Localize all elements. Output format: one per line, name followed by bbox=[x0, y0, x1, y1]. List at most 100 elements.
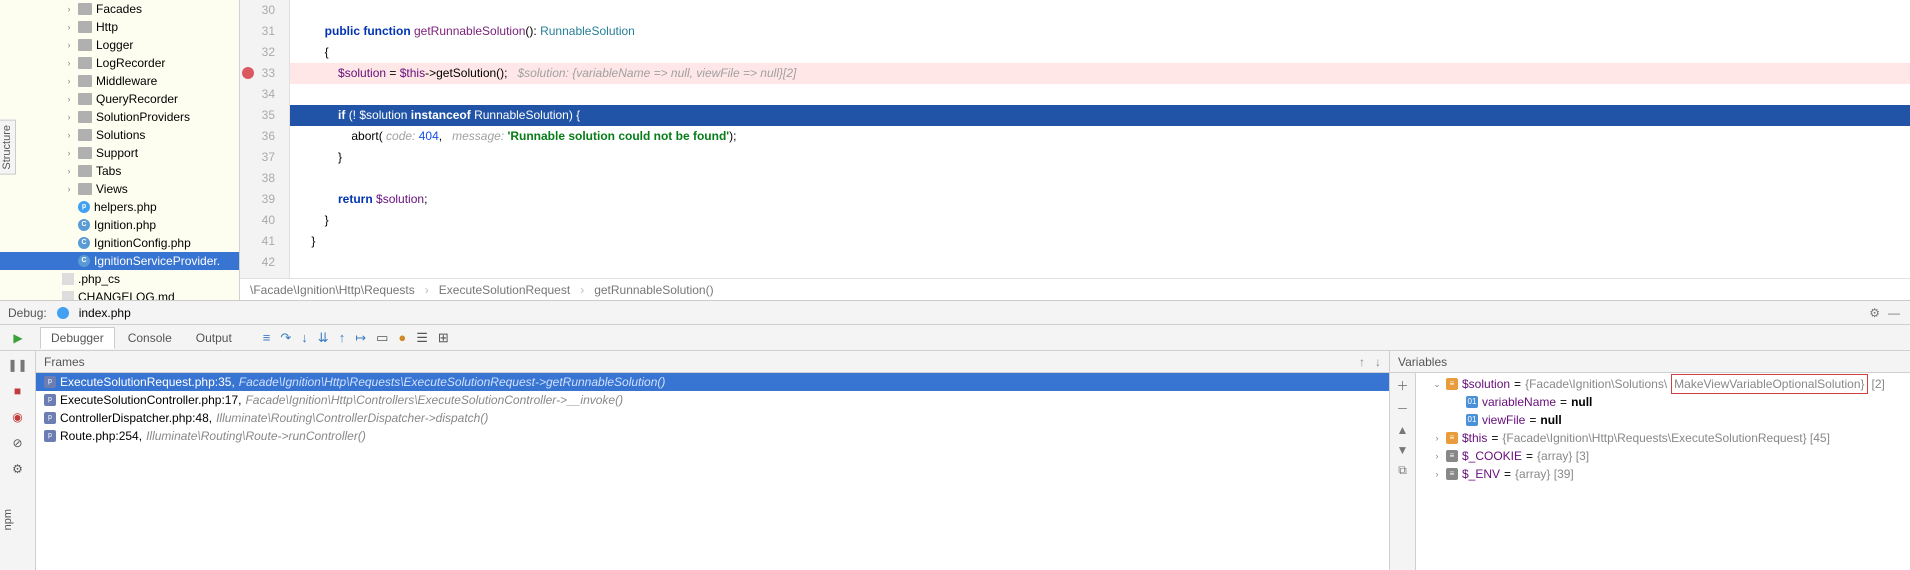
class-icon: C bbox=[78, 219, 90, 231]
step-over-icon[interactable]: ↷ bbox=[280, 330, 291, 346]
show-exec-point-icon[interactable]: ≡ bbox=[263, 330, 271, 345]
code-line[interactable]: { bbox=[290, 42, 1910, 63]
tree-item[interactable]: CIgnitionServiceProvider. bbox=[0, 252, 239, 270]
class-icon: C bbox=[78, 237, 90, 249]
php-badge-icon: p bbox=[44, 394, 56, 406]
tree-item-label: CHANGELOG.md bbox=[78, 290, 175, 300]
tree-item-label: Middleware bbox=[96, 74, 157, 88]
rerun-button[interactable]: ▶ bbox=[8, 328, 28, 348]
tree-item[interactable]: .php_cs bbox=[0, 270, 239, 288]
variable-row[interactable]: ›≡$_ENV = {array} [39] bbox=[1420, 465, 1906, 483]
code-line[interactable]: } bbox=[290, 231, 1910, 252]
mute-bp-icon[interactable]: ● bbox=[398, 330, 406, 345]
remove-watch-icon[interactable]: － bbox=[1396, 400, 1408, 417]
folder-icon bbox=[78, 39, 92, 51]
tree-item[interactable]: ›Middleware bbox=[0, 72, 239, 90]
tree-item[interactable]: ›Tabs bbox=[0, 162, 239, 180]
project-tree: ›Facades›Http›Logger›LogRecorder›Middlew… bbox=[0, 0, 240, 300]
tree-item[interactable]: ›SolutionProviders bbox=[0, 108, 239, 126]
settings-button[interactable]: ⚙ bbox=[8, 459, 28, 479]
step-out-icon[interactable]: ↑ bbox=[339, 330, 346, 345]
variable-row[interactable]: ›≡$this = {Facade\Ignition\Http\Requests… bbox=[1420, 429, 1906, 447]
code-line[interactable]: } bbox=[290, 210, 1910, 231]
view-bp-button[interactable]: ◉ bbox=[8, 407, 28, 427]
minimize-icon[interactable]: — bbox=[1888, 306, 1900, 320]
npm-tool-tab[interactable]: npm bbox=[2, 509, 14, 530]
code-line[interactable] bbox=[290, 168, 1910, 189]
folder-icon bbox=[78, 75, 92, 87]
stop-button[interactable]: ■ bbox=[8, 381, 28, 401]
frame-row[interactable]: pExecuteSolutionController.php:17, Facad… bbox=[36, 391, 1389, 409]
tree-item[interactable]: ›Logger bbox=[0, 36, 239, 54]
tree-item[interactable]: CIgnition.php bbox=[0, 216, 239, 234]
tree-item[interactable]: ›Solutions bbox=[0, 126, 239, 144]
variable-row[interactable]: ⌄≡$solution = {Facade\Ignition\Solutions… bbox=[1420, 375, 1906, 393]
breadcrumb[interactable]: \Facade\Ignition\Http\Requests› ExecuteS… bbox=[240, 278, 1910, 300]
folder-icon bbox=[78, 165, 92, 177]
run-to-cursor-icon[interactable]: ↦ bbox=[355, 330, 366, 346]
var-badge-icon: ≡ bbox=[1446, 468, 1458, 480]
folder-icon bbox=[78, 93, 92, 105]
tree-item[interactable]: ›Views bbox=[0, 180, 239, 198]
tree-item-label: .php_cs bbox=[78, 272, 120, 286]
settings-icon[interactable]: ⊞ bbox=[438, 330, 449, 346]
step-into-icon[interactable]: ↓ bbox=[301, 330, 308, 345]
folder-icon bbox=[78, 21, 92, 33]
code-line[interactable] bbox=[290, 252, 1910, 273]
debug-tabs: Debugger Console Output bbox=[36, 327, 243, 349]
run-config-name[interactable]: index.php bbox=[79, 306, 131, 320]
code-line[interactable]: $solution = $this->getSolution(); $solut… bbox=[290, 63, 1910, 84]
gear-icon[interactable]: ⚙ bbox=[1869, 306, 1880, 320]
variable-row[interactable]: ›≡$_COOKIE = {array} [3] bbox=[1420, 447, 1906, 465]
frame-nav-icons[interactable]: ↑ ↓ bbox=[1359, 351, 1381, 373]
tree-item[interactable]: C IgnitionConfig.php bbox=[0, 234, 239, 252]
debug-side-toolbar: ❚❚ ■ ◉ ⊘ ⚙ bbox=[0, 351, 36, 570]
tab-debugger[interactable]: Debugger bbox=[40, 327, 115, 349]
frame-row[interactable]: pControllerDispatcher.php:48, Illuminate… bbox=[36, 409, 1389, 427]
up-icon[interactable]: ▲ bbox=[1397, 423, 1409, 437]
tree-item[interactable]: ›Support bbox=[0, 144, 239, 162]
mute-button[interactable]: ⊘ bbox=[8, 433, 28, 453]
tab-output[interactable]: Output bbox=[185, 327, 243, 349]
down-icon[interactable]: ▼ bbox=[1397, 443, 1409, 457]
frame-row[interactable]: pExecuteSolutionRequest.php:35, Facade\I… bbox=[36, 373, 1389, 391]
breakpoint-icon[interactable] bbox=[242, 67, 254, 79]
gutter[interactable]: 30313233343536373839404142 bbox=[240, 0, 290, 278]
variable-row[interactable]: 01variableName = null bbox=[1420, 393, 1906, 411]
tree-item[interactable]: ›QueryRecorder bbox=[0, 90, 239, 108]
var-badge-icon: ≡ bbox=[1446, 450, 1458, 462]
tree-item[interactable]: ›LogRecorder bbox=[0, 54, 239, 72]
tree-item[interactable]: phelpers.php bbox=[0, 198, 239, 216]
add-watch-icon[interactable]: ＋ bbox=[1396, 377, 1408, 394]
code-content[interactable]: public function getRunnableSolution(): R… bbox=[290, 0, 1910, 278]
tree-item[interactable]: ›Facades bbox=[0, 0, 239, 18]
code-line[interactable]: } bbox=[290, 147, 1910, 168]
tree-item[interactable]: CHANGELOG.md bbox=[0, 288, 239, 300]
php-icon bbox=[57, 307, 69, 319]
variable-row[interactable]: 01viewFile = null bbox=[1420, 411, 1906, 429]
code-line[interactable]: return $solution; bbox=[290, 189, 1910, 210]
tab-console[interactable]: Console bbox=[117, 327, 183, 349]
copy-icon[interactable]: ⧉ bbox=[1398, 463, 1407, 478]
pause-button[interactable]: ❚❚ bbox=[8, 355, 28, 375]
code-line[interactable]: abort( code: 404, message: 'Runnable sol… bbox=[290, 126, 1910, 147]
evaluate-icon[interactable]: ▭ bbox=[376, 330, 388, 346]
structure-tool-tab[interactable]: Structure bbox=[0, 120, 16, 175]
tree-item-label: Solutions bbox=[96, 128, 145, 142]
code-line[interactable]: if (! $solution instanceof RunnableSolut… bbox=[290, 105, 1910, 126]
tree-item-label: IgnitionConfig.php bbox=[94, 236, 191, 250]
class-icon: C bbox=[78, 255, 90, 267]
tree-item-label: LogRecorder bbox=[96, 56, 165, 70]
code-line[interactable]: public function getRunnableSolution(): R… bbox=[290, 21, 1910, 42]
tree-item-label: Support bbox=[96, 146, 138, 160]
frames-header: Frames bbox=[44, 351, 85, 373]
force-step-into-icon[interactable]: ⇊ bbox=[318, 330, 329, 346]
var-badge-icon: 01 bbox=[1466, 396, 1478, 408]
php-badge-icon: p bbox=[44, 412, 56, 424]
code-line[interactable] bbox=[290, 0, 1910, 21]
frame-row[interactable]: pRoute.php:254, Illuminate\Routing\Route… bbox=[36, 427, 1389, 445]
tree-item[interactable]: ›Http bbox=[0, 18, 239, 36]
list-icon[interactable]: ☰ bbox=[416, 330, 428, 346]
var-badge-icon: ≡ bbox=[1446, 378, 1458, 390]
code-line[interactable] bbox=[290, 84, 1910, 105]
